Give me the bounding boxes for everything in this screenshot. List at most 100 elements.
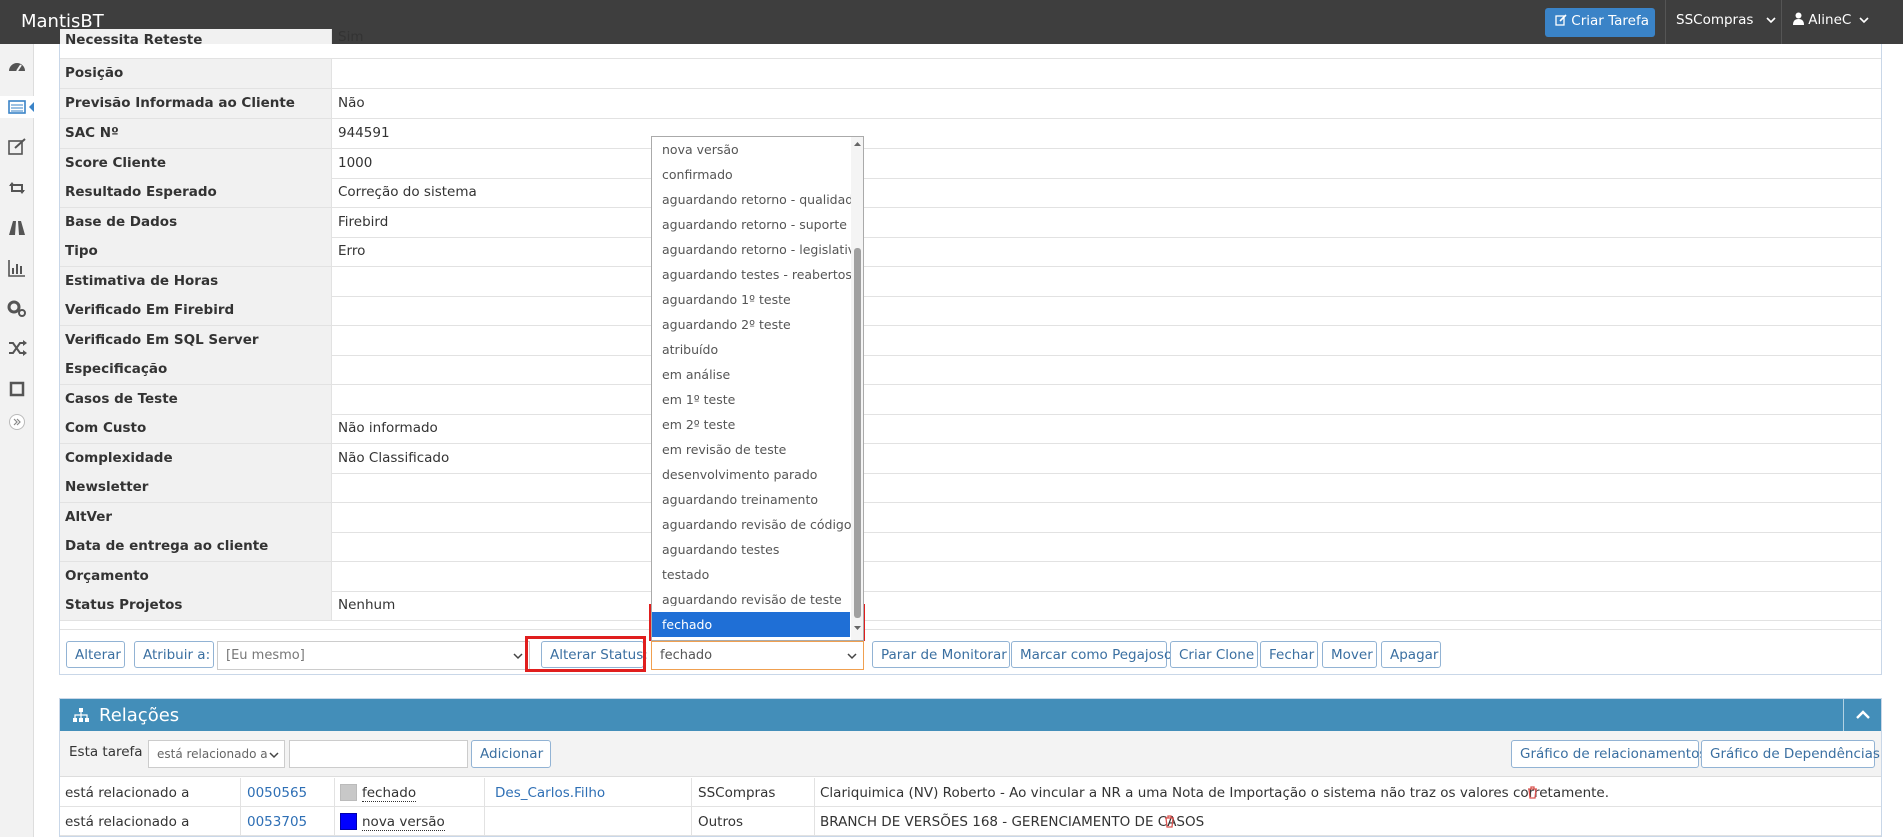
sidebar [0, 44, 34, 837]
chevron-up-icon[interactable] [1855, 709, 1871, 721]
scrollbar-thumb[interactable] [854, 248, 861, 618]
relation-status[interactable]: nova versão [362, 814, 445, 831]
user-icon [1793, 12, 1804, 25]
field-label: Score Cliente [60, 149, 332, 178]
status-option[interactable]: aguardando 1º teste [652, 287, 850, 312]
relation-summary: Clariquimica (NV) Roberto - Ao vincular … [820, 785, 1610, 801]
status-option[interactable]: nova versão [652, 137, 850, 162]
field-label: Base de Dados [60, 208, 332, 237]
delete-button[interactable]: Apagar [1381, 641, 1441, 668]
dependency-graph-button[interactable]: Gráfico de Dependências [1701, 740, 1880, 768]
status-option[interactable]: aguardando retorno - suporte [652, 212, 850, 237]
status-option[interactable]: em 1º teste [652, 387, 850, 412]
field-label: Previsão Informada ao Cliente [60, 89, 332, 118]
cogs-icon[interactable] [6, 297, 28, 319]
window-icon[interactable] [6, 377, 28, 399]
status-option[interactable]: em análise [652, 362, 850, 387]
dashboard-icon[interactable] [6, 56, 28, 78]
status-dropdown-list[interactable]: nova versão confirmado aguardando retorn… [651, 136, 864, 641]
field-label: SAC Nº [60, 119, 332, 148]
chart-icon[interactable] [6, 257, 28, 279]
status-select[interactable]: fechado [651, 641, 864, 670]
field-label: Complexidade [60, 444, 332, 473]
relations-toolbar: Esta tarefa está relacionado a Adicionar… [60, 731, 1881, 777]
status-option[interactable]: em revisão de teste [652, 437, 850, 462]
atribuir-button[interactable]: Atribuir a: [134, 641, 214, 668]
field-value: 944591 [338, 125, 390, 141]
field-row: Verificado Em Firebird [60, 296, 1881, 326]
status-option[interactable]: aguardando testes - reabertos [652, 262, 852, 287]
field-row: Especificação [60, 355, 1881, 385]
field-value: Correção do sistema [338, 184, 477, 200]
monitor-button[interactable]: Parar de Monitorar [872, 641, 1010, 668]
road-icon[interactable] [6, 217, 28, 239]
highlight-alterar-status [525, 636, 646, 672]
status-option[interactable]: confirmado [652, 162, 850, 187]
issue-actions-bar: Alterar Atribuir a: [Eu mesmo] Alterar S… [60, 629, 1881, 674]
status-option[interactable]: desenvolvimento parado [652, 462, 850, 487]
relations-title: Relações [99, 705, 180, 726]
retweet-icon[interactable] [6, 177, 28, 199]
status-color-swatch [340, 784, 357, 801]
chevron-down-icon [269, 752, 279, 759]
status-option[interactable]: atribuído [652, 337, 850, 362]
field-row: Score Cliente 1000 [60, 149, 1881, 179]
edit-icon [1555, 14, 1567, 26]
sticky-button[interactable]: Marcar como Pegajoso [1011, 641, 1172, 668]
status-option[interactable]: aguardando retorno - legislativo [652, 237, 863, 262]
relation-issue-input[interactable] [289, 740, 468, 768]
random-icon[interactable] [6, 337, 28, 359]
status-option[interactable]: aguardando testes [652, 537, 850, 562]
field-label: Casos de Teste [60, 385, 332, 414]
move-button[interactable]: Mover [1322, 641, 1377, 668]
field-label: Tipo [60, 237, 332, 266]
field-label: Posição [60, 59, 332, 88]
field-value: Erro [338, 243, 366, 259]
scroll-up-icon[interactable] [851, 139, 864, 149]
relation-project: SSCompras [698, 785, 776, 801]
dropdown-scrollbar[interactable] [851, 137, 864, 640]
status-option[interactable]: aguardando revisão de teste [652, 587, 850, 606]
status-option[interactable]: testado [652, 562, 850, 587]
alterar-button[interactable]: Alterar [66, 641, 125, 668]
status-option-selected[interactable]: fechado [652, 612, 850, 637]
field-row: Verificado Em SQL Server [60, 326, 1881, 356]
relation-type: está relacionado a [65, 814, 190, 830]
status-option[interactable]: aguardando treinamento [652, 487, 850, 512]
scroll-down-icon[interactable] [851, 623, 864, 633]
relation-handler-link[interactable]: Des_Carlos.Filho [495, 785, 605, 801]
list-icon[interactable] [0, 96, 34, 118]
field-value: Não informado [338, 420, 438, 436]
field-row: Previsão Informada ao Cliente Não [60, 89, 1881, 119]
field-label: Especificação [60, 355, 332, 384]
status-option[interactable]: aguardando 2º teste [652, 312, 850, 337]
clone-button[interactable]: Criar Clone [1170, 641, 1258, 668]
project-menu[interactable]: SSCompras [1676, 12, 1776, 28]
field-row: Resultado Esperado Correção do sistema [60, 178, 1881, 208]
field-row: Estimativa de Horas [60, 267, 1881, 297]
field-value: Firebird [338, 214, 389, 230]
status-option[interactable]: aguardando revisão de código [652, 512, 852, 537]
relation-summary: BRANCH DE VERSÕES 168 - GERENCIAMENTO DE… [820, 814, 1205, 830]
collapse-icon[interactable] [9, 414, 25, 430]
status-option[interactable]: em 2º teste [652, 412, 850, 437]
trash-icon[interactable] [1164, 815, 1175, 828]
status-option[interactable]: aguardando retorno - qualidade [652, 187, 861, 212]
relationship-graph-button[interactable]: Gráfico de relacionamentos [1511, 740, 1706, 768]
user-menu[interactable]: AlineC [1793, 12, 1869, 28]
relation-project: Outros [698, 814, 744, 830]
close-issue-button[interactable]: Fechar [1260, 641, 1318, 668]
project-name: SSCompras [1676, 12, 1754, 28]
relation-issue-link[interactable]: 0050565 [247, 785, 307, 801]
edit-icon[interactable] [6, 136, 28, 158]
field-label: Com Custo [60, 414, 332, 443]
relation-issue-link[interactable]: 0053705 [247, 814, 307, 830]
field-row: Casos de Teste [60, 385, 1881, 415]
relation-type: está relacionado a [65, 785, 190, 801]
relation-status[interactable]: fechado [362, 785, 417, 802]
field-row: Data de entrega ao cliente [60, 532, 1881, 562]
trash-icon[interactable] [1527, 786, 1538, 799]
add-relation-button[interactable]: Adicionar [471, 740, 551, 768]
assignee-select[interactable]: [Eu mesmo] [217, 641, 530, 670]
relation-type-select[interactable]: está relacionado a [148, 740, 285, 768]
